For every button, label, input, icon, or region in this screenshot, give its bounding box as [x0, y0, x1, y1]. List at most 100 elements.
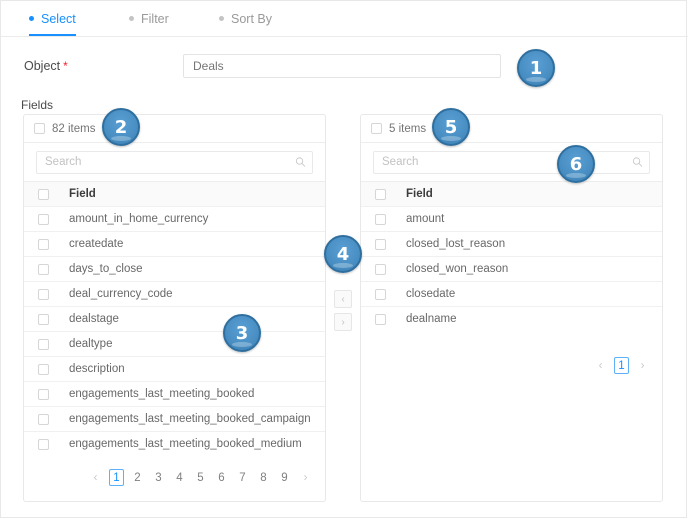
- left-page-9[interactable]: 9: [277, 469, 292, 486]
- row-label: createdate: [69, 238, 124, 250]
- left-search-input[interactable]: [36, 150, 313, 174]
- left-page-1[interactable]: 1: [109, 468, 124, 486]
- row-checkbox[interactable]: [38, 213, 49, 225]
- left-search-wrap: [24, 143, 325, 181]
- tab-sort-by[interactable]: Sort By: [219, 1, 272, 36]
- left-panel-header: 82 items: [24, 115, 325, 143]
- callout-badge-6: 6: [557, 145, 595, 183]
- table-row[interactable]: amount: [361, 206, 662, 231]
- row-label: engagements_last_meeting_booked_medium: [69, 438, 302, 450]
- right-item-count: 5 items: [389, 122, 427, 135]
- table-row[interactable]: amount_in_home_currency: [24, 206, 325, 231]
- right-list-header: Field: [361, 181, 662, 206]
- right-page-1[interactable]: 1: [614, 356, 629, 374]
- dialog-frame: Select Filter Sort By Object* Fields 82 …: [0, 0, 688, 518]
- table-row[interactable]: dealstage: [24, 306, 325, 331]
- table-row[interactable]: engagements_last_meeting_booked_campaign: [24, 406, 325, 431]
- row-label: deal_currency_code: [69, 288, 173, 300]
- table-row[interactable]: closed_won_reason: [361, 256, 662, 281]
- row-label: amount_in_home_currency: [69, 213, 209, 225]
- tab-filter[interactable]: Filter: [129, 1, 169, 36]
- left-item-count: 82 items: [52, 122, 96, 135]
- right-page-prev[interactable]: ‹: [593, 357, 608, 374]
- table-row[interactable]: days_to_close: [24, 256, 325, 281]
- row-checkbox[interactable]: [38, 363, 49, 375]
- row-checkbox[interactable]: [375, 238, 386, 250]
- object-label-text: Object: [24, 59, 61, 73]
- right-select-all-checkbox[interactable]: [371, 123, 382, 134]
- tab-select-label: Select: [41, 11, 76, 26]
- fields-section-label: Fields: [21, 98, 54, 112]
- row-checkbox[interactable]: [38, 413, 49, 425]
- row-checkbox[interactable]: [38, 288, 49, 300]
- left-page-7[interactable]: 7: [235, 469, 250, 486]
- table-row[interactable]: engagements_last_meeting_booked: [24, 381, 325, 406]
- left-page-8[interactable]: 8: [256, 469, 271, 486]
- right-pagination: ‹ 1 ›: [361, 350, 662, 380]
- tab-select-dot-icon: [29, 16, 34, 21]
- tab-sort-by-label: Sort By: [231, 11, 272, 26]
- table-row[interactable]: engagements_last_meeting_booked_medium: [24, 431, 325, 456]
- left-page-prev[interactable]: ‹: [88, 469, 103, 486]
- row-checkbox[interactable]: [38, 263, 49, 275]
- right-header-checkbox[interactable]: [375, 188, 386, 200]
- table-row[interactable]: closedate: [361, 281, 662, 306]
- right-panel-header: 5 items: [361, 115, 662, 143]
- row-checkbox[interactable]: [375, 313, 386, 325]
- required-asterisk: *: [63, 59, 68, 73]
- callout-badge-5: 5: [432, 108, 470, 146]
- left-page-6[interactable]: 6: [214, 469, 229, 486]
- move-to-left-button[interactable]: ‹: [334, 290, 352, 308]
- tab-sort-by-dot-icon: [219, 16, 224, 21]
- right-column-header: Field: [406, 188, 433, 200]
- available-fields-panel: 82 items Field amount_in_home_currency: [23, 114, 326, 502]
- left-header-checkbox[interactable]: [38, 188, 49, 200]
- left-select-all-checkbox[interactable]: [34, 123, 45, 134]
- table-row[interactable]: closed_lost_reason: [361, 231, 662, 256]
- tab-select[interactable]: Select: [29, 1, 76, 36]
- right-search-input[interactable]: [373, 150, 650, 174]
- row-label: closedate: [406, 288, 456, 300]
- table-row[interactable]: createdate: [24, 231, 325, 256]
- row-checkbox[interactable]: [38, 238, 49, 250]
- left-list-body: amount_in_home_currency createdate days_…: [24, 206, 325, 456]
- left-page-3[interactable]: 3: [151, 469, 166, 486]
- callout-badge-1: 1: [517, 49, 555, 87]
- callout-badge-2: 2: [102, 108, 140, 146]
- object-input[interactable]: [183, 54, 501, 78]
- table-row[interactable]: description: [24, 356, 325, 381]
- object-field-label: Object *: [24, 59, 68, 73]
- left-search-box: [36, 150, 313, 174]
- left-list-header: Field: [24, 181, 325, 206]
- row-label: engagements_last_meeting_booked_campaign: [69, 413, 311, 425]
- right-search-box: [373, 150, 650, 174]
- table-row[interactable]: dealtype: [24, 331, 325, 356]
- row-label: dealtype: [69, 338, 113, 350]
- table-row[interactable]: deal_currency_code: [24, 281, 325, 306]
- row-checkbox[interactable]: [38, 438, 49, 450]
- left-page-5[interactable]: 5: [193, 469, 208, 486]
- left-pagination: ‹ 1 2 3 4 5 6 7 8 9 ›: [24, 462, 325, 492]
- tab-filter-dot-icon: [129, 16, 134, 21]
- right-page-next[interactable]: ›: [635, 357, 650, 374]
- right-list-body: amount closed_lost_reason closed_won_rea…: [361, 206, 662, 331]
- left-page-next[interactable]: ›: [298, 469, 313, 486]
- row-checkbox[interactable]: [375, 288, 386, 300]
- left-page-2[interactable]: 2: [130, 469, 145, 486]
- left-column-header: Field: [69, 188, 96, 200]
- table-row[interactable]: dealname: [361, 306, 662, 331]
- row-checkbox[interactable]: [38, 338, 49, 350]
- move-to-right-button[interactable]: ›: [334, 313, 352, 331]
- row-label: engagements_last_meeting_booked: [69, 388, 255, 400]
- right-search-wrap: [361, 143, 662, 181]
- row-label: description: [69, 363, 125, 375]
- row-checkbox[interactable]: [38, 313, 49, 325]
- row-checkbox[interactable]: [375, 213, 386, 225]
- row-checkbox[interactable]: [38, 388, 49, 400]
- row-label: dealname: [406, 313, 457, 325]
- row-checkbox[interactable]: [375, 263, 386, 275]
- left-page-4[interactable]: 4: [172, 469, 187, 486]
- row-label: amount: [406, 213, 445, 225]
- callout-badge-3: 3: [223, 314, 261, 352]
- callout-badge-4: 4: [324, 235, 362, 273]
